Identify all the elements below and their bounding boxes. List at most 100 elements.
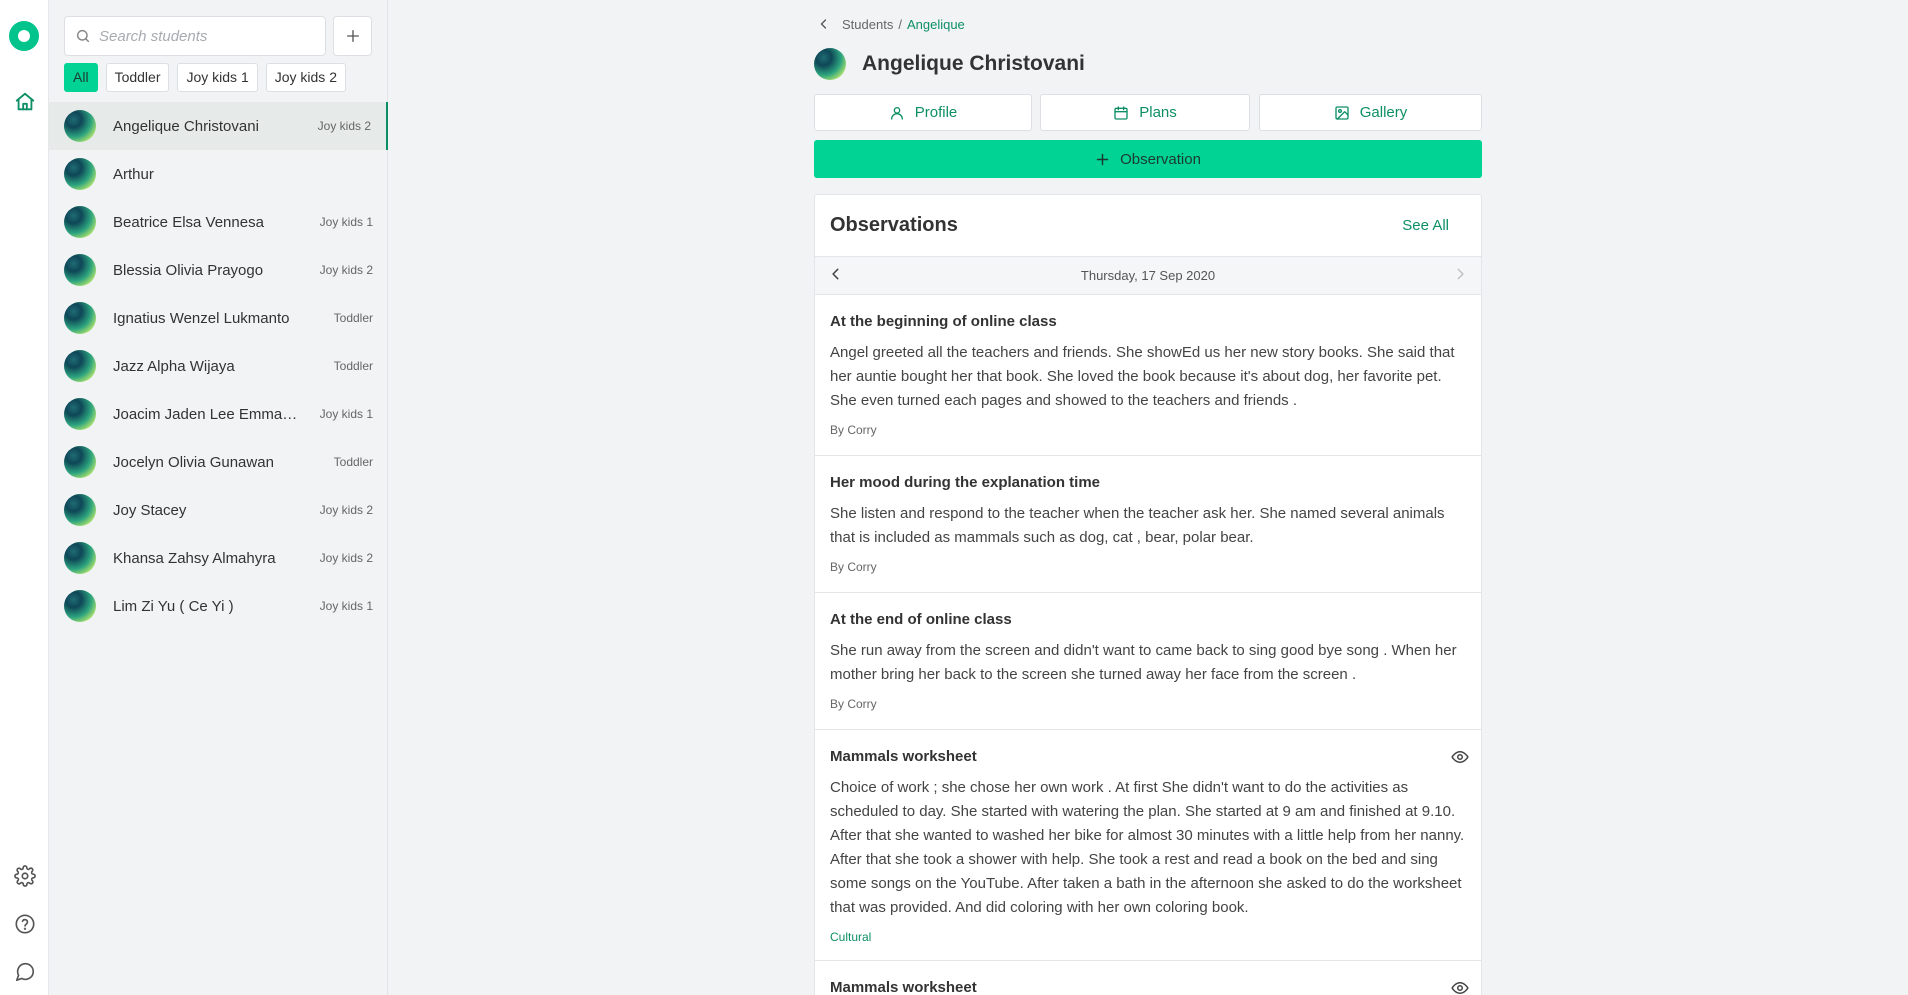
observation-author: By Corry [830, 697, 877, 711]
see-all-link[interactable]: See All [1402, 217, 1449, 234]
student-name: Beatrice Elsa Vennesa [113, 213, 264, 231]
search-box [64, 16, 326, 56]
observation-author: By Corry [830, 423, 877, 437]
avatar [64, 398, 96, 430]
user-icon [890, 106, 903, 120]
student-list-item[interactable]: Jocelyn Olivia Gunawan Toddler [49, 438, 388, 486]
student-list-item[interactable]: Angelique Christovani Joy kids 2 [49, 102, 388, 150]
student-list-item[interactable]: Khansa Zahsy Almahyra Joy kids 2 [49, 534, 388, 582]
chat-button[interactable] [0, 952, 49, 992]
date-navigator: Thursday, 17 Sep 2020 [815, 257, 1481, 295]
student-class: Joy kids 1 [319, 215, 373, 229]
observations-header: Observations See All [815, 195, 1481, 257]
previous-day-button[interactable] [829, 267, 843, 284]
filter-chip-toddler[interactable]: Toddler [105, 63, 170, 92]
app-logo[interactable] [9, 21, 39, 51]
student-name: Khansa Zahsy Almahyra [113, 549, 276, 567]
gear-icon [13, 865, 36, 887]
student-list-item[interactable]: Joacim Jaden Lee Emmanu... Joy kids 1 [49, 390, 388, 438]
avatar [64, 350, 96, 382]
observation-title: Mammals worksheet [830, 748, 977, 765]
student-list-item[interactable]: Arthur [49, 150, 388, 198]
observation-body: Angel greeted all the teachers and frien… [830, 344, 1455, 409]
student-name: Joy Stacey [113, 501, 187, 519]
student-list-item[interactable]: Lim Zi Yu ( Ce Yi ) Joy kids 1 [49, 582, 388, 630]
breadcrumb-current: Angelique [906, 16, 965, 32]
student-tabs: Profile Plans Gallery [814, 94, 1482, 131]
help-button[interactable] [0, 904, 49, 944]
app-rail [0, 0, 49, 995]
breadcrumb-separator: / [898, 16, 902, 32]
chevron-left-icon [820, 19, 827, 29]
student-list-item[interactable]: Beatrice Elsa Vennesa Joy kids 1 [49, 198, 388, 246]
calendar-icon [1114, 105, 1128, 120]
observation-item[interactable]: Mammals worksheet [815, 961, 1481, 995]
current-date: Thursday, 17 Sep 2020 [1080, 268, 1216, 283]
search-icon [76, 29, 90, 43]
avatar [64, 590, 96, 622]
observation-item[interactable]: At the end of online class She run away … [815, 593, 1481, 730]
breadcrumb-students-link[interactable]: Students [842, 17, 893, 32]
class-filter-chips: All Toddler Joy kids 1 Joy kids 2 [64, 63, 346, 92]
plus-icon [1096, 153, 1109, 165]
student-class: Toddler [333, 359, 373, 373]
filter-chip-all[interactable]: All [64, 63, 98, 92]
observation-title: Mammals worksheet [830, 979, 977, 995]
observation-body: She listen and respond to the teacher wh… [830, 505, 1445, 546]
add-student-button[interactable] [333, 16, 372, 56]
tab-gallery[interactable]: Gallery [1259, 94, 1482, 131]
observation-tag[interactable]: Cultural [830, 930, 1466, 960]
home-nav-button[interactable] [0, 78, 49, 126]
student-name: Lim Zi Yu ( Ce Yi ) [113, 597, 234, 615]
observation-item[interactable]: Mammals worksheet Choice of work ; she c… [815, 730, 1481, 961]
tab-profile[interactable]: Profile [814, 94, 1032, 131]
image-icon [1335, 105, 1349, 120]
student-name: Joacim Jaden Lee Emmanu... [113, 405, 303, 423]
observations-card: Observations See All Thursday, 17 Sep 20… [814, 194, 1482, 995]
student-list-item[interactable]: Ignatius Wenzel Lukmanto Toddler [49, 294, 388, 342]
avatar [64, 206, 96, 238]
eye-icon [1451, 751, 1469, 763]
filter-chip-joy-kids-1[interactable]: Joy kids 1 [177, 63, 258, 92]
breadcrumb: Students / Angelique [814, 14, 965, 34]
avatar [64, 542, 96, 574]
filter-chip-joy-kids-2[interactable]: Joy kids 2 [265, 63, 346, 92]
observations-title: Observations [830, 214, 958, 236]
avatar [64, 254, 96, 286]
visibility-toggle[interactable] [1451, 748, 1469, 771]
search-input[interactable] [99, 27, 309, 45]
avatar [64, 302, 96, 334]
observation-title: Her mood during the explanation time [830, 474, 1101, 491]
next-day-button[interactable] [1453, 267, 1467, 284]
home-icon [15, 92, 34, 111]
avatar [64, 158, 96, 190]
student-list-item[interactable]: Blessia Olivia Prayogo Joy kids 2 [49, 246, 388, 294]
student-class: Toddler [333, 455, 373, 469]
student-class: Joy kids 1 [319, 599, 373, 613]
student-class: Joy kids 2 [319, 263, 373, 277]
student-class: Toddler [333, 311, 373, 325]
back-button[interactable] [814, 14, 834, 34]
observation-item[interactable]: Her mood during the explanation time She… [815, 456, 1481, 593]
observation-author: By Corry [830, 560, 877, 574]
tab-label: Plans [1139, 104, 1177, 121]
settings-button[interactable] [0, 856, 49, 896]
tab-label: Gallery [1359, 104, 1408, 121]
student-class: Joy kids 1 [319, 407, 373, 421]
tab-label: Profile [914, 104, 958, 121]
add-observation-button[interactable]: Observation [814, 140, 1482, 178]
eye-icon [1451, 982, 1469, 994]
plus-icon [346, 30, 359, 42]
tab-plans[interactable]: Plans [1040, 94, 1250, 131]
student-name: Arthur [113, 165, 154, 183]
student-list-panel: All Toddler Joy kids 1 Joy kids 2 Angeli… [49, 0, 388, 995]
student-name: Angelique Christovani [113, 117, 259, 135]
visibility-toggle[interactable] [1451, 979, 1469, 995]
chevron-left-icon [832, 268, 839, 280]
student-header: Angelique Christovani [814, 48, 1085, 80]
student-class: Joy kids 2 [319, 503, 373, 517]
observation-item[interactable]: At the beginning of online class Angel g… [815, 295, 1481, 456]
student-list-item[interactable]: Jazz Alpha Wijaya Toddler [49, 342, 388, 390]
student-list-item[interactable]: Joy Stacey Joy kids 2 [49, 486, 388, 534]
add-observation-label: Observation [1120, 150, 1201, 168]
